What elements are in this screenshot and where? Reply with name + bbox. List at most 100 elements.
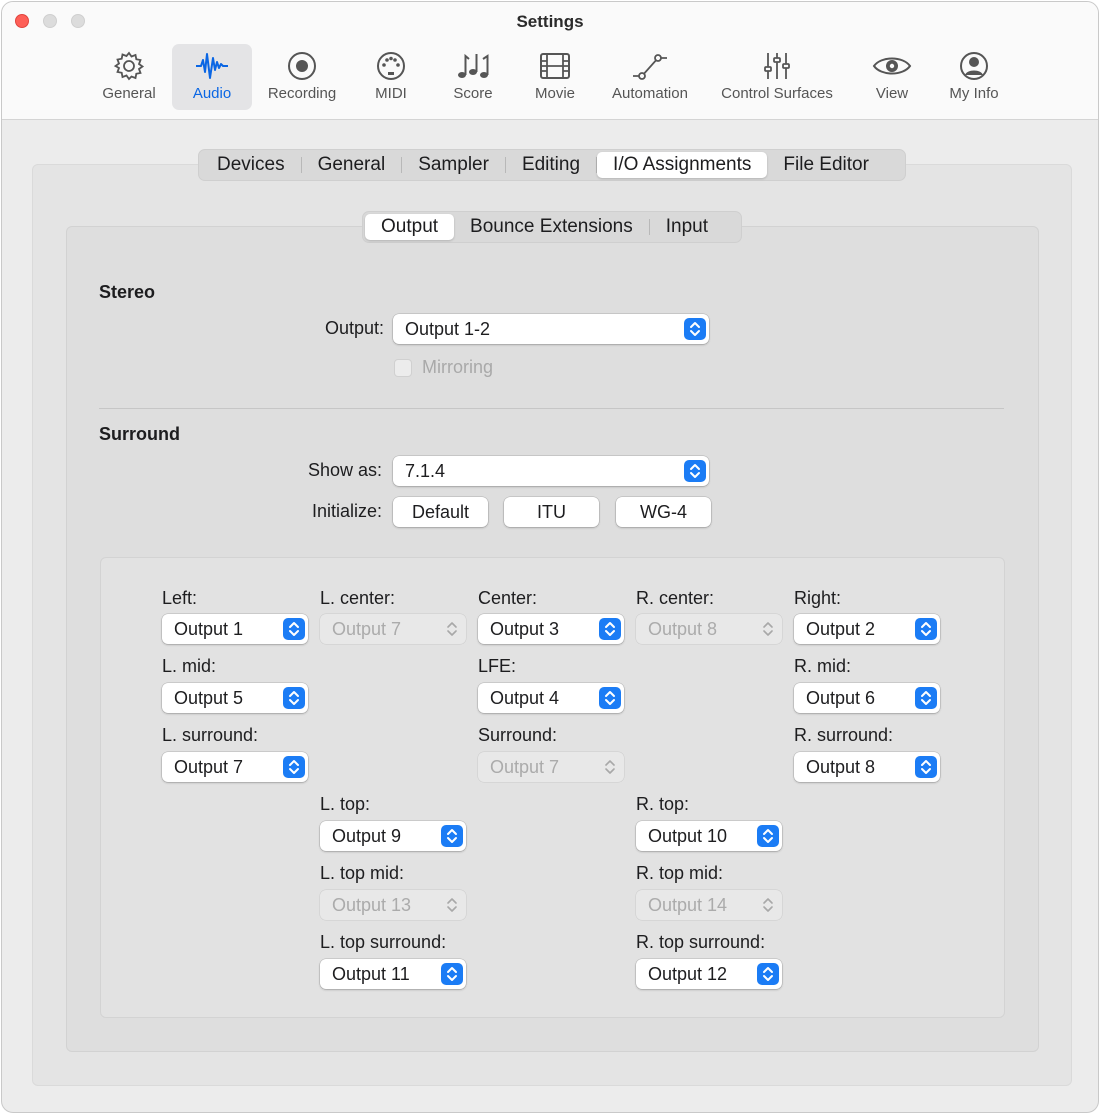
initialize-itu-button[interactable]: ITU — [504, 497, 599, 527]
stereo-output-label: Output: — [324, 318, 384, 338]
toolbar-score[interactable]: Score — [442, 44, 504, 110]
r-surround-output-popup[interactable]: Output 8 — [794, 752, 940, 782]
tab-editing[interactable]: Editing — [506, 152, 596, 178]
r-center-label: R. center: — [636, 588, 715, 608]
l-top-mid-output-value: Output 13 — [332, 895, 412, 915]
chevron-updown-icon — [757, 825, 779, 847]
initialize-wg4-button[interactable]: WG-4 — [616, 497, 711, 527]
chevron-updown-icon — [441, 825, 463, 847]
l-surround-output-popup[interactable]: Output 7 — [162, 752, 308, 782]
r-mid-output-popup[interactable]: Output 6 — [794, 683, 940, 713]
chevron-updown-icon — [757, 963, 779, 985]
lfe-output-value: Output 4 — [490, 688, 560, 708]
lfe-output-popup[interactable]: Output 4 — [478, 683, 624, 713]
mirroring-label: Mirroring — [422, 357, 494, 377]
center-output-popup[interactable]: Output 3 — [478, 614, 624, 644]
chevron-updown-icon — [599, 756, 621, 778]
music-notes-icon — [442, 44, 504, 84]
record-icon — [258, 44, 346, 84]
automation-curve-icon — [602, 44, 698, 84]
sliders-icon — [708, 44, 846, 84]
toolbar-recording[interactable]: Recording — [258, 44, 346, 110]
center-output-value: Output 3 — [490, 619, 560, 639]
l-top-output-popup[interactable]: Output 9 — [320, 821, 466, 851]
subtab-input[interactable]: Input — [650, 214, 724, 240]
l-mid-output-popup[interactable]: Output 5 — [162, 683, 308, 713]
r-surround-output-value: Output 8 — [806, 757, 876, 777]
toolbar-automation[interactable]: Automation — [602, 44, 698, 110]
toolbar-control-surfaces-label: Control Surfaces — [721, 85, 833, 102]
subtab-bounce-extensions[interactable]: Bounce Extensions — [454, 214, 649, 240]
stereo-output-popup[interactable]: Output 1-2 — [393, 314, 709, 344]
person-circle-icon — [940, 44, 1008, 84]
r-surround-label: R. surround: — [794, 725, 894, 745]
io-subtab-bar: Output Bounce Extensions Input — [362, 211, 742, 243]
l-mid-label: L. mid: — [162, 656, 217, 676]
l-center-output-popup: Output 7 — [320, 614, 466, 644]
audio-tab-bar: Devices General Sampler Editing I/O Assi… — [198, 149, 906, 181]
show-as-popup[interactable]: 7.1.4 — [393, 456, 709, 486]
l-surround-label: L. surround: — [162, 725, 259, 745]
toolbar-midi[interactable]: MIDI — [362, 44, 420, 110]
right-output-value: Output 2 — [806, 619, 876, 639]
r-center-output-value: Output 8 — [648, 619, 718, 639]
stereo-output-value: Output 1-2 — [405, 319, 491, 339]
chevron-updown-icon — [599, 618, 621, 640]
toolbar-view[interactable]: View — [862, 44, 922, 110]
l-center-label: L. center: — [320, 588, 396, 608]
r-mid-label: R. mid: — [794, 656, 852, 676]
toolbar-general-label: General — [102, 85, 156, 102]
r-top-output-popup[interactable]: Output 10 — [636, 821, 782, 851]
toolbar-general[interactable]: General — [94, 44, 164, 110]
section-divider — [99, 408, 1004, 409]
chevron-updown-icon — [441, 894, 463, 916]
surround-section-title: Surround — [99, 424, 180, 444]
l-top-surround-output-value: Output 11 — [332, 964, 410, 984]
toolbar-my-info[interactable]: My Info — [940, 44, 1008, 110]
stereo-section-title: Stereo — [99, 282, 156, 302]
toolbar-control-surfaces[interactable]: Control Surfaces — [708, 44, 846, 110]
l-top-surround-output-popup[interactable]: Output 11 — [320, 959, 466, 989]
initialize-default-button[interactable]: Default — [393, 497, 488, 527]
r-top-label: R. top: — [636, 794, 690, 814]
gear-icon — [94, 44, 164, 84]
r-mid-output-value: Output 6 — [806, 688, 876, 708]
tab-sampler[interactable]: Sampler — [402, 152, 505, 178]
mirroring-checkbox[interactable] — [394, 359, 412, 377]
l-top-mid-output-popup: Output 13 — [320, 890, 466, 920]
right-label: Right: — [794, 588, 842, 608]
chevron-updown-icon — [441, 963, 463, 985]
r-top-surround-label: R. top surround: — [636, 932, 766, 952]
tab-file-editor[interactable]: File Editor — [767, 152, 885, 178]
tab-io-assignments[interactable]: I/O Assignments — [597, 152, 768, 178]
l-center-output-value: Output 7 — [332, 619, 402, 639]
surround-label: Surround: — [478, 725, 558, 745]
toolbar-audio[interactable]: Audio — [172, 44, 252, 110]
chevron-updown-icon — [757, 894, 779, 916]
toolbar-movie[interactable]: Movie — [524, 44, 586, 110]
film-icon — [524, 44, 586, 84]
r-top-surround-output-popup[interactable]: Output 12 — [636, 959, 782, 989]
left-label: Left: — [162, 588, 198, 608]
chevron-updown-icon — [283, 687, 305, 709]
subtab-output[interactable]: Output — [365, 214, 455, 240]
l-surround-output-value: Output 7 — [174, 757, 244, 777]
title-bar: Settings General Audio Recording MIDI Sc… — [2, 2, 1098, 120]
chevron-updown-icon — [283, 756, 305, 778]
left-output-popup[interactable]: Output 1 — [162, 614, 308, 644]
toolbar-my-info-label: My Info — [949, 85, 999, 102]
lfe-label: LFE: — [478, 656, 517, 676]
toolbar-audio-label: Audio — [192, 85, 232, 102]
show-as-value: 7.1.4 — [405, 461, 446, 481]
tab-devices[interactable]: Devices — [201, 152, 301, 178]
tab-general[interactable]: General — [302, 152, 402, 178]
r-center-output-popup: Output 8 — [636, 614, 782, 644]
l-top-output-value: Output 9 — [332, 826, 402, 846]
chevron-updown-icon — [684, 460, 706, 482]
eye-icon — [862, 44, 922, 84]
initialize-label: Initialize: — [311, 501, 382, 521]
r-top-mid-label: R. top mid: — [636, 863, 724, 883]
chevron-updown-icon — [684, 318, 706, 340]
right-output-popup[interactable]: Output 2 — [794, 614, 940, 644]
chevron-updown-icon — [915, 756, 937, 778]
